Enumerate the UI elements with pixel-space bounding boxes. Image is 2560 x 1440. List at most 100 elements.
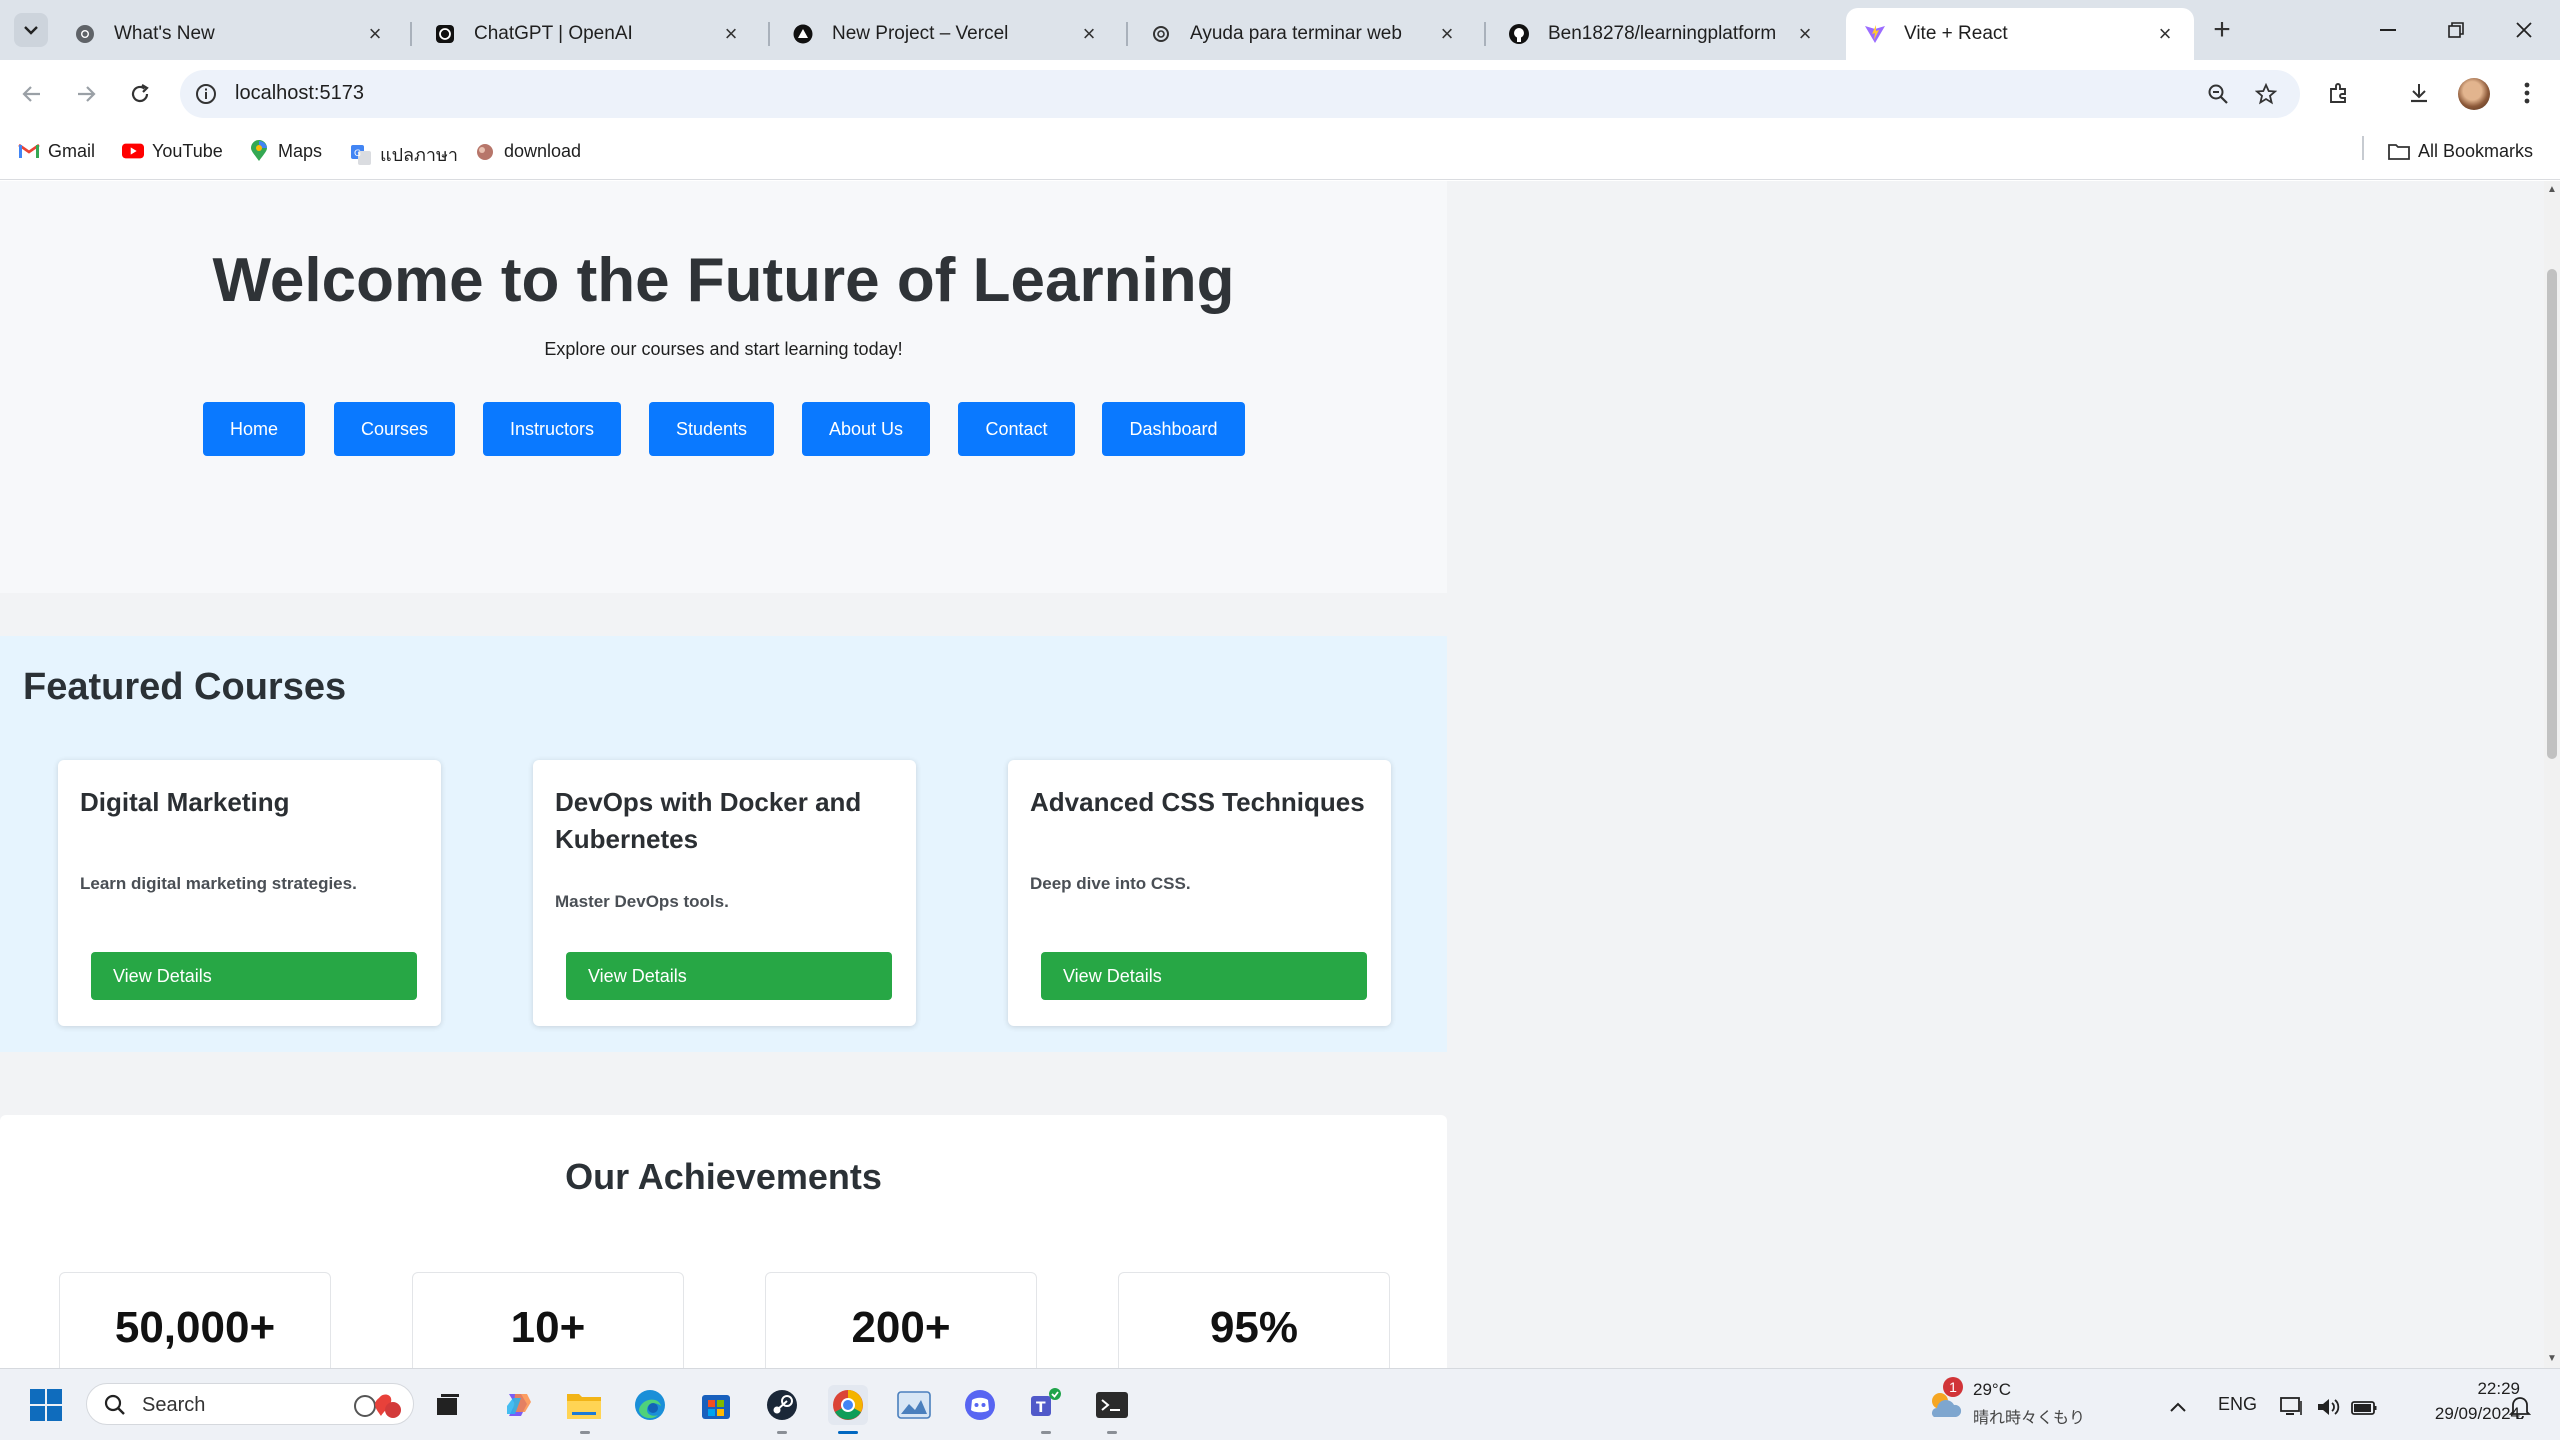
task-view-icon[interactable] [428, 1385, 468, 1425]
close-icon[interactable]: × [1794, 21, 1816, 46]
restore-button[interactable] [2422, 0, 2490, 60]
page-scrollbar[interactable]: ▲ ▼ [2544, 181, 2560, 1368]
battery-icon[interactable] [2344, 1387, 2384, 1427]
forward-button[interactable] [66, 74, 106, 114]
tab-vite-react[interactable]: Vite + React × [1846, 8, 2194, 60]
scrollbar-thumb[interactable] [2547, 269, 2557, 759]
microsoft-store-icon[interactable] [696, 1385, 736, 1425]
menu-kebab-icon[interactable] [2510, 76, 2544, 110]
stat-value: 200+ [851, 1303, 951, 1352]
extensions-icon[interactable] [2322, 76, 2356, 110]
discord-icon[interactable] [960, 1385, 1000, 1425]
nav-students-button[interactable]: Students [649, 402, 774, 456]
network-icon[interactable] [2272, 1387, 2312, 1427]
tab-ayuda[interactable]: Ayuda para terminar web × [1132, 8, 1476, 60]
address-text[interactable]: localhost:5173 [235, 82, 364, 105]
tab-chatgpt[interactable]: ChatGPT | OpenAI × [416, 8, 760, 60]
zoom-icon[interactable] [2204, 80, 2232, 108]
nav-dashboard-button[interactable]: Dashboard [1102, 402, 1245, 456]
bookmark-star-icon[interactable] [2252, 80, 2280, 108]
terminal-icon[interactable] [1092, 1385, 1132, 1425]
address-bar[interactable]: localhost:5173 [180, 70, 2300, 118]
close-icon[interactable]: × [720, 21, 742, 46]
steam-icon[interactable] [762, 1385, 802, 1425]
windows-start-icon[interactable] [26, 1385, 66, 1425]
all-bookmarks-button[interactable]: All Bookmarks [2388, 140, 2533, 162]
stat-card: 200+ [765, 1272, 1037, 1368]
view-details-button[interactable]: View Details [566, 952, 892, 1000]
profile-avatar[interactable] [2458, 78, 2490, 110]
download-bookmark-icon [474, 140, 496, 162]
chrome-icon [74, 23, 96, 45]
github-icon [1508, 23, 1530, 45]
nav-courses-button[interactable]: Courses [334, 402, 455, 456]
teams-icon[interactable]: T [1026, 1385, 1066, 1425]
active-indicator [838, 1431, 858, 1434]
view-details-button[interactable]: View Details [1041, 952, 1367, 1000]
achievements-title: Our Achievements [565, 1156, 882, 1197]
chevron-down-icon [24, 26, 38, 35]
edge-icon[interactable] [630, 1385, 670, 1425]
restore-icon [2448, 22, 2464, 38]
tab-whats-new[interactable]: What's New × [56, 8, 404, 60]
language-indicator[interactable]: ENG [2218, 1394, 2257, 1415]
tab-search-button[interactable] [14, 13, 48, 47]
tab-strip: What's New × ChatGPT | OpenAI × New Proj… [0, 0, 2560, 60]
view-details-button[interactable]: View Details [91, 952, 417, 1000]
hero-section: Welcome to the Future of Learning Explor… [0, 181, 1447, 593]
weather-alert-badge: 1 [1943, 1377, 1963, 1397]
course-description: Master DevOps tools. [555, 892, 729, 911]
search-icon [104, 1394, 125, 1415]
youtube-icon [122, 140, 144, 162]
tab-title: What's New [114, 23, 215, 44]
nav-home-button[interactable]: Home [203, 402, 305, 456]
stat-card: 95% [1118, 1272, 1390, 1368]
notification-bell-icon[interactable] [2500, 1387, 2540, 1427]
volume-icon[interactable] [2308, 1387, 2348, 1427]
close-window-button[interactable] [2490, 0, 2558, 60]
close-icon[interactable]: × [1078, 21, 1100, 46]
bookmark-youtube[interactable]: YouTube [122, 140, 223, 162]
reload-button[interactable] [120, 74, 160, 114]
site-info-icon[interactable] [194, 82, 218, 106]
vite-icon [1864, 23, 1886, 45]
downloads-icon[interactable] [2402, 76, 2436, 110]
close-icon[interactable]: × [364, 21, 386, 46]
tab-vercel[interactable]: New Project – Vercel × [774, 8, 1118, 60]
tab-divider [1484, 22, 1486, 46]
running-indicator [777, 1431, 787, 1434]
close-icon[interactable]: × [2154, 21, 2176, 46]
reload-icon [131, 84, 149, 103]
copilot-icon[interactable] [498, 1385, 538, 1425]
tab-divider [410, 22, 412, 46]
file-explorer-icon[interactable] [564, 1385, 604, 1425]
scroll-up-arrow-icon[interactable]: ▲ [2547, 185, 2557, 195]
nav-instructors-button[interactable]: Instructors [483, 402, 621, 456]
bookmark-translate[interactable]: G แปลภาษา [350, 140, 458, 169]
scroll-down-arrow-icon[interactable]: ▼ [2547, 1354, 2557, 1364]
nav-about-us-button[interactable]: About Us [802, 402, 930, 456]
bookmarks-divider [2362, 136, 2364, 160]
search-placeholder: Search [142, 1394, 206, 1416]
tab-divider [1126, 22, 1128, 46]
close-icon[interactable]: × [1436, 21, 1458, 46]
running-indicator [1107, 1431, 1117, 1434]
bookmark-download[interactable]: download [474, 140, 581, 162]
bookmark-gmail[interactable]: Gmail [18, 140, 95, 162]
course-title: DevOps with Docker and Kubernetes [555, 787, 862, 854]
chrome-taskbar-icon[interactable] [828, 1385, 868, 1425]
minimize-button[interactable] [2354, 0, 2422, 60]
stat-value: 50,000+ [114, 1303, 276, 1352]
new-tab-button[interactable]: + [2206, 13, 2238, 46]
taskbar-search[interactable]: Search [86, 1383, 414, 1425]
tab-github[interactable]: Ben18278/learningplatform × [1490, 8, 1834, 60]
svg-text:G: G [354, 149, 361, 159]
photos-icon[interactable] [894, 1385, 934, 1425]
tab-title: New Project – Vercel [832, 23, 1009, 44]
folder-icon [2388, 140, 2410, 162]
nav-contact-button[interactable]: Contact [958, 402, 1075, 456]
back-button[interactable] [12, 74, 52, 114]
openai-icon [434, 23, 456, 45]
bookmark-maps[interactable]: Maps [248, 140, 322, 162]
chevron-up-icon[interactable] [2158, 1387, 2198, 1427]
